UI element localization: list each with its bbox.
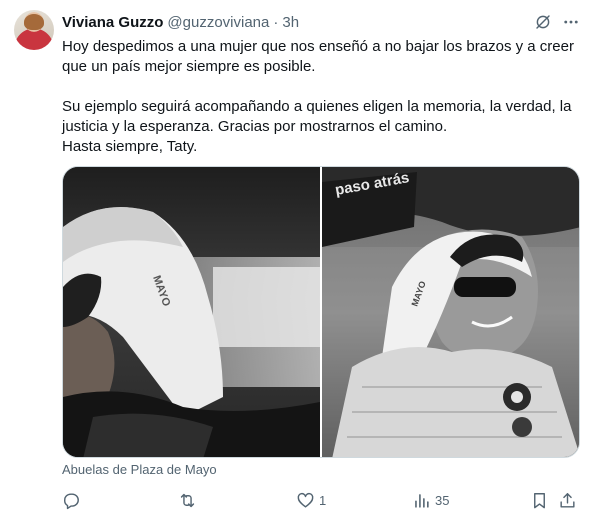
tweet-time[interactable]: 3h [282,14,299,31]
retweet-icon [180,493,195,507]
photo-left-drawing: MAYO [63,167,320,457]
bookmark-button[interactable] [530,488,549,512]
reply-icon [64,492,79,509]
bookmark-icon [534,492,545,508]
more-icon[interactable] [562,13,580,31]
avatar[interactable] [14,10,54,50]
action-bar: 1 35 [62,488,582,512]
views-count: 35 [435,492,450,508]
share-icon [560,492,575,508]
like-button[interactable]: 1 [296,488,326,512]
author-handle[interactable]: @guzzoviviana [167,14,269,31]
tweet-header: Viviana Guzzo @guzzoviviana · 3h [62,12,299,32]
views-button[interactable]: 35 [412,488,449,512]
tweet-paragraph-2: Su ejemplo seguirá acompañando a quienes… [62,98,572,135]
tweet[interactable]: Viviana Guzzo @guzzoviviana · 3h Hoy des… [0,0,591,518]
tweet-text: Hoy despedimos a una mujer que nos enseñ… [62,37,584,157]
media-caption[interactable]: Abuelas de Plaza de Mayo [62,462,217,477]
like-icon [297,492,314,508]
like-count: 1 [319,492,327,508]
tweet-paragraph-3: Hasta siempre, Taty. [62,138,198,155]
views-icon [415,493,429,508]
separator-dot: · [273,13,279,31]
share-button[interactable] [558,488,577,512]
photo-right-drawing: paso atrás MAYO [322,167,579,457]
media-photo-left[interactable]: MAYO [63,167,320,457]
grok-icon[interactable] [534,13,552,31]
media-photo-right[interactable]: paso atrás MAYO [322,167,579,457]
tweet-paragraph-1: Hoy despedimos a una mujer que nos enseñ… [62,38,574,75]
author-name[interactable]: Viviana Guzzo [62,14,163,31]
retweet-button[interactable] [178,488,201,512]
reply-button[interactable] [62,488,85,512]
avatar-hair [24,14,44,30]
media-grid: MAYO paso atrás MAYO [62,166,580,458]
